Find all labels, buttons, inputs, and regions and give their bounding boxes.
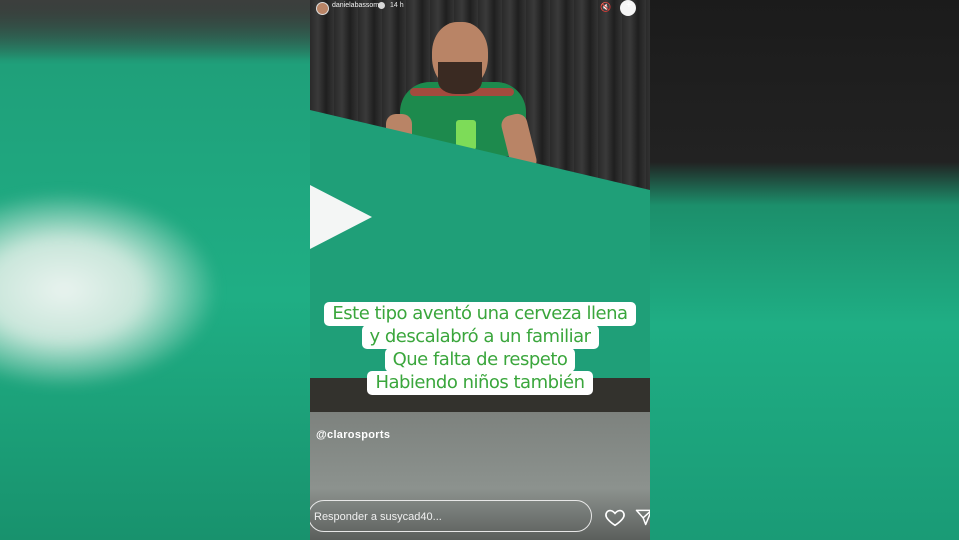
blurred-background-right	[650, 0, 959, 540]
play-shape	[310, 185, 372, 249]
reply-placeholder: Responder a susycad40...	[314, 511, 442, 523]
story-viewer[interactable]: danielabassom 14 h 🔇 + Este tipo aventó …	[310, 0, 650, 540]
caption-line: Este tipo aventó una cerveza llena	[324, 302, 636, 326]
caption-line: Habiendo niños también	[367, 371, 593, 395]
story-header: danielabassom 14 h 🔇 +	[310, 0, 650, 16]
mention-tag[interactable]: @clarosports	[316, 429, 390, 441]
story-caption: Este tipo aventó una cerveza llena y des…	[310, 302, 650, 395]
caption-line: y descalabró a un familiar	[361, 325, 599, 349]
heart-icon[interactable]	[604, 506, 626, 528]
username[interactable]: danielabassom	[332, 2, 379, 9]
blurred-background-left	[0, 0, 310, 540]
send-icon[interactable]	[634, 506, 650, 528]
speaker-mute-icon[interactable]: 🔇	[600, 2, 611, 13]
post-time: 14 h	[390, 2, 404, 9]
verified-icon	[378, 2, 385, 9]
avatar[interactable]	[316, 2, 329, 15]
caption-line: Que falta de respeto	[384, 348, 576, 372]
